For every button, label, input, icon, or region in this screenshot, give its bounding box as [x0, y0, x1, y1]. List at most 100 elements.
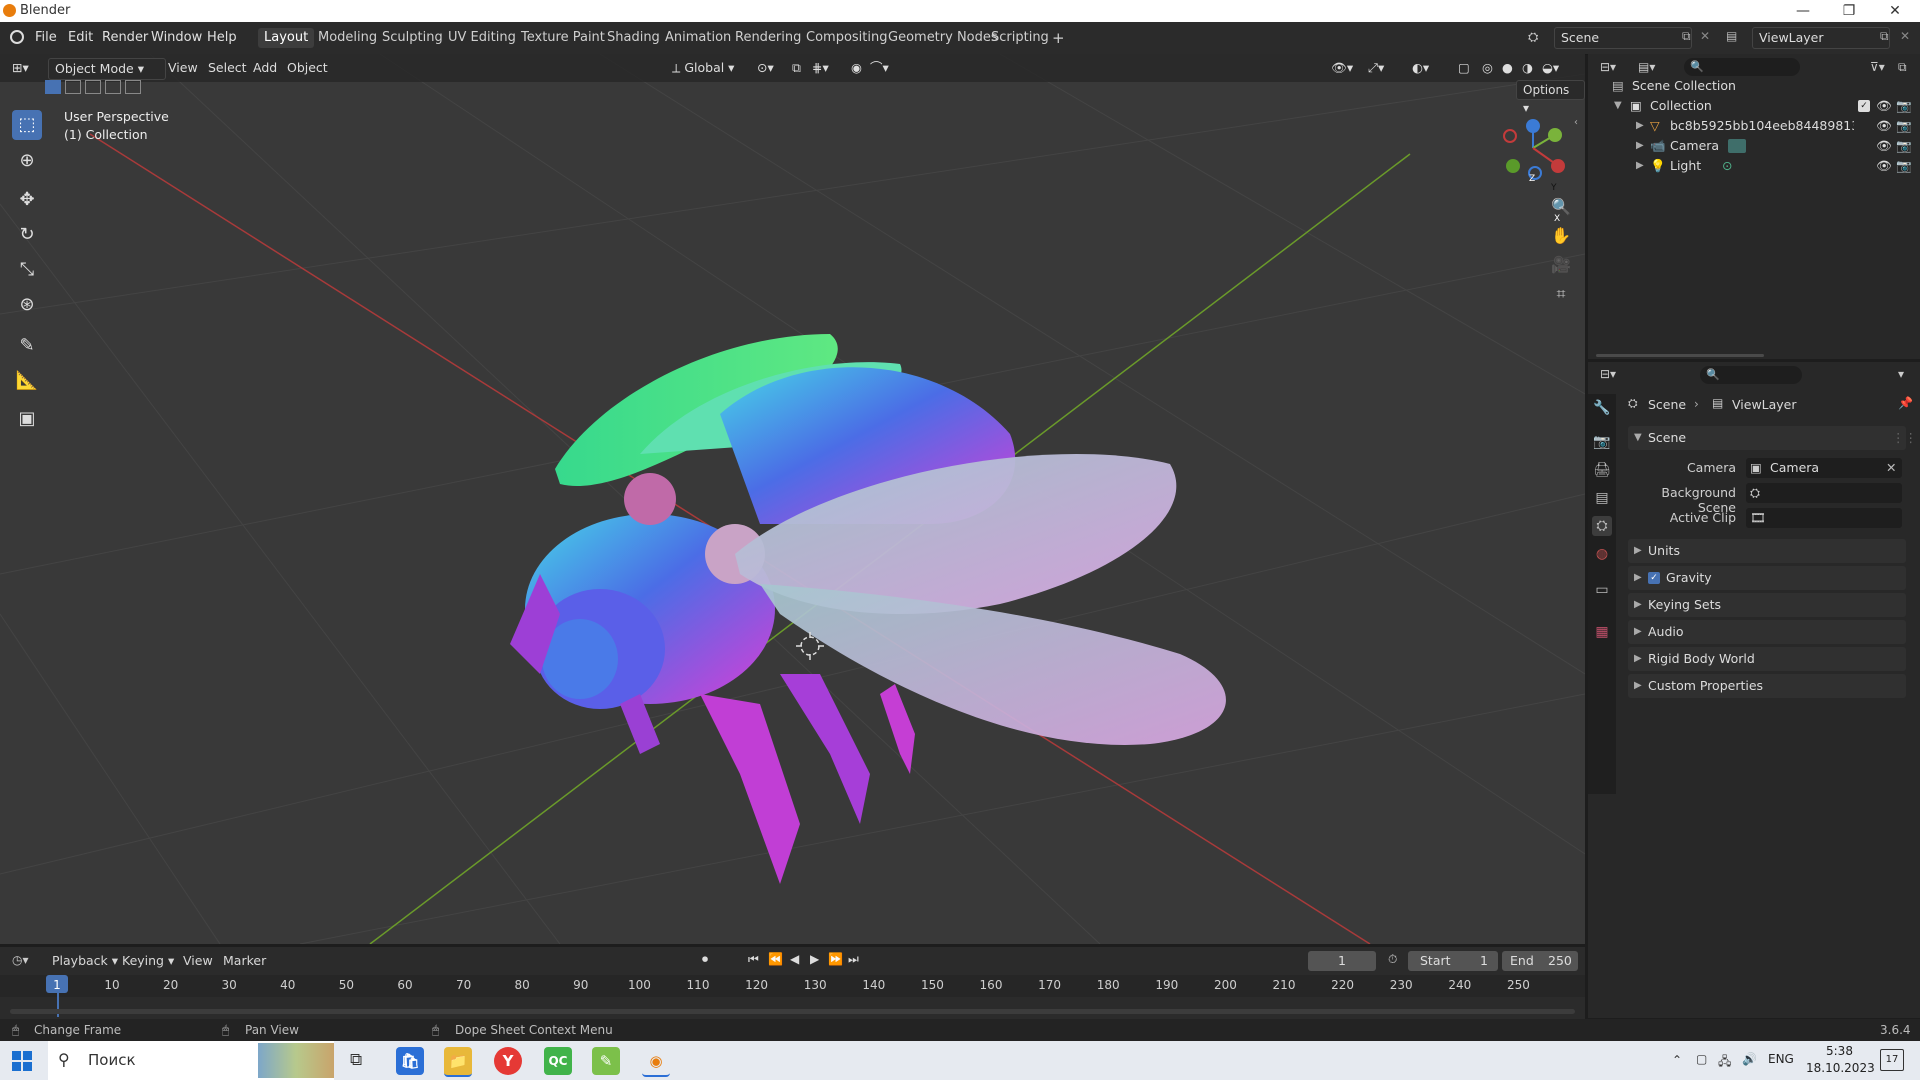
view-layer-tab-icon[interactable]: ▤ [1592, 488, 1612, 508]
maximize-button[interactable]: ❐ [1826, 0, 1872, 22]
auto-keying-icon[interactable]: ⏺ [702, 952, 708, 967]
camera-field[interactable]: ▣ Camera ✕ [1746, 458, 1902, 478]
camera-view-icon[interactable]: 🎥 [1547, 251, 1575, 279]
panel-gravity[interactable]: ▶ ✓ Gravity [1628, 566, 1906, 590]
timeline-scrollbar[interactable] [10, 1009, 1575, 1014]
tab-compositing[interactable]: Compositing [800, 28, 894, 48]
expand-arrow-icon[interactable]: ▼ [1614, 96, 1622, 116]
notepad-plus-plus-icon[interactable]: ✎ [592, 1047, 620, 1075]
expand-arrow-icon[interactable]: ▶ [1636, 156, 1644, 176]
scene-selector[interactable]: Scene [1554, 27, 1692, 49]
gravity-checkbox[interactable]: ✓ [1648, 572, 1660, 584]
menu-edit[interactable]: Edit [68, 30, 93, 45]
preview-range-icon[interactable]: ⏱ [1388, 952, 1397, 967]
snap-target-icon[interactable]: ⋕▾ [812, 58, 829, 78]
solid-shading-icon[interactable]: ● [1502, 58, 1513, 78]
menu-view[interactable]: View [168, 58, 198, 78]
tab-sculpting[interactable]: Sculpting [376, 28, 449, 48]
timeline-view-menu[interactable]: View [183, 953, 213, 968]
viewlayer-selector[interactable]: ViewLayer [1752, 27, 1890, 49]
object-mode-dropdown[interactable]: Object Mode ▾ [48, 58, 166, 80]
panel-custom-properties[interactable]: ▶ Custom Properties [1628, 674, 1906, 698]
jump-end-icon[interactable]: ⏭ [848, 952, 859, 967]
wireframe-shading-icon[interactable]: ◎ [1482, 58, 1493, 78]
snap-icon[interactable]: ⧉ [792, 58, 801, 78]
pivot-point-icon[interactable]: ⊙▾ [757, 58, 774, 78]
properties-search-field[interactable]: 🔍 [1700, 366, 1802, 384]
material-shading-icon[interactable]: ◑ [1522, 58, 1533, 78]
3d-viewport[interactable]: Z Y X ⊞▾ Object Mode ▾ View Select Add O… [0, 54, 1585, 944]
tool-scale[interactable]: ⤡ [12, 255, 42, 285]
panel-audio[interactable]: ▶ Audio [1628, 620, 1906, 644]
clock-date[interactable]: 18.10.2023 [1806, 1061, 1875, 1075]
clear-camera-icon[interactable]: ✕ [1886, 458, 1896, 478]
exclude-checkbox[interactable]: ✓ [1858, 100, 1870, 112]
background-scene-field[interactable]: ⛭ [1746, 483, 1902, 503]
blender-taskbar-icon[interactable]: ◉ [642, 1047, 670, 1077]
menu-window[interactable]: Window [151, 30, 202, 45]
next-keyframe-icon[interactable]: ⏩ [828, 952, 843, 966]
tool-select-box[interactable]: ⬚ [12, 110, 42, 140]
outliner-row-object[interactable]: ▶ ▽ bc8b5925bb104eeb8448981382 👁 📷 [1588, 116, 1920, 136]
falloff-icon[interactable]: ⌒▾ [870, 58, 889, 78]
prev-keyframe-icon[interactable]: ⏪ [768, 952, 783, 966]
select-new-icon[interactable] [45, 80, 61, 94]
outliner-scrollbar[interactable] [1596, 354, 1764, 357]
notifications-icon[interactable]: 17 [1880, 1049, 1904, 1071]
new-collection-icon[interactable]: ⧉ [1898, 60, 1907, 75]
expand-arrow-icon[interactable]: ▶ [1636, 136, 1644, 156]
play-icon[interactable]: ▶ [810, 952, 819, 966]
visibility-eye-icon[interactable]: 👁 [1876, 116, 1892, 136]
select-extend-icon[interactable] [65, 80, 81, 94]
tool-move[interactable]: ✥ [12, 185, 42, 215]
light-data-icon[interactable]: ⊙ [1722, 156, 1732, 176]
play-reverse-icon[interactable]: ◀ [790, 952, 799, 966]
keying-menu[interactable]: Keying ▾ [122, 953, 174, 968]
transform-orientation-dropdown[interactable]: ⟂ Global ▾ [672, 58, 734, 78]
windows-start-icon[interactable] [12, 1051, 32, 1071]
menu-object[interactable]: Object [287, 58, 328, 78]
outliner-editor-type-icon[interactable]: ⊟▾ [1600, 60, 1616, 74]
properties-editor-type-icon[interactable]: ⊟▾ [1600, 367, 1616, 381]
display-mode-icon[interactable]: ▤▾ [1638, 60, 1655, 74]
language-indicator[interactable]: ENG [1768, 1052, 1794, 1066]
visibility-eye-icon[interactable]: 👁 [1876, 136, 1892, 156]
rendered-shading-icon[interactable]: ◒▾ [1542, 58, 1559, 78]
visibility-eye-icon[interactable]: 👁 [1876, 96, 1892, 116]
ortho-grid-icon[interactable]: ⌗ [1547, 280, 1575, 308]
properties-options-icon[interactable]: ▾ [1898, 367, 1904, 381]
scene-tab-icon[interactable]: ⛭ [1592, 516, 1612, 536]
network-icon[interactable]: 🖧 [1718, 1052, 1731, 1073]
panel-rigid-body-world[interactable]: ▶ Rigid Body World [1628, 647, 1906, 671]
render-camera-icon[interactable]: 📷 [1896, 96, 1912, 116]
select-subtract-icon[interactable] [85, 80, 101, 94]
blender-menu-icon[interactable] [10, 30, 24, 44]
menu-add[interactable]: Add [253, 58, 277, 78]
output-tab-icon[interactable]: 🖨 [1592, 460, 1612, 480]
timeline-marker-menu[interactable]: Marker [223, 953, 266, 968]
menu-render[interactable]: Render [102, 30, 148, 45]
store-icon[interactable]: 🛍 [396, 1047, 424, 1075]
tab-modeling[interactable]: Modeling [312, 28, 383, 48]
pan-hand-icon[interactable]: ✋ [1547, 222, 1575, 250]
drag-handle-icon[interactable]: ⋮⋮ [1892, 426, 1917, 450]
tab-uv-editing[interactable]: UV Editing [442, 28, 522, 48]
tab-shading[interactable]: Shading [601, 28, 666, 48]
show-hidden-icons[interactable]: ⌃ [1672, 1053, 1682, 1067]
new-scene-icon[interactable]: ⧉ [1682, 29, 1691, 44]
minimize-button[interactable]: — [1780, 0, 1826, 22]
tool-add-cube[interactable]: ▣ [12, 404, 42, 434]
new-viewlayer-icon[interactable]: ⧉ [1880, 29, 1889, 44]
volume-icon[interactable]: 🔊 [1742, 1052, 1757, 1066]
qt-creator-icon[interactable]: QC [544, 1047, 572, 1075]
collapse-sidebar-icon[interactable]: ‹ [1574, 117, 1578, 128]
world-tab-icon[interactable]: ◍ [1592, 544, 1612, 564]
tool-annotate[interactable]: ✎ [12, 331, 42, 361]
outliner-row-collection[interactable]: ▼ ▣ Collection ✓ 👁 📷 [1588, 96, 1920, 116]
remove-scene-icon[interactable]: ✕ [1700, 29, 1710, 43]
tool-measure[interactable]: 📐 [12, 366, 42, 396]
menu-file[interactable]: File [35, 30, 57, 45]
expand-arrow-icon[interactable]: ▶ [1636, 116, 1644, 136]
add-workspace-button[interactable]: + [1046, 28, 1071, 48]
camera-data-icon[interactable] [1728, 139, 1746, 153]
